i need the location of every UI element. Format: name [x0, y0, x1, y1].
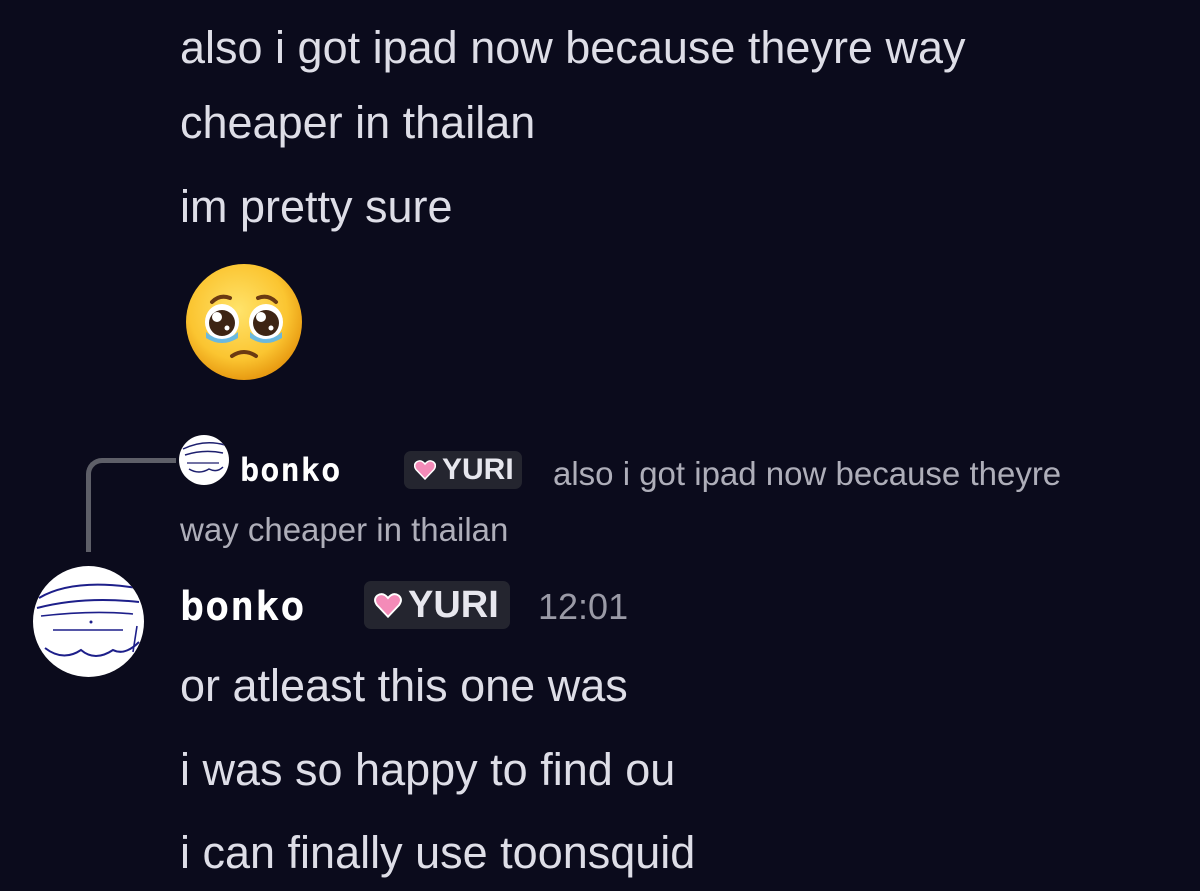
message-author-name[interactable]: bonko	[180, 583, 305, 631]
message-text-line: i was so happy to find ou	[180, 744, 676, 795]
message-text-line: also i got ipad now because theyre way	[180, 22, 966, 73]
reply-author-name[interactable]: bonko	[240, 450, 341, 490]
message-timestamp: 12:01	[538, 586, 629, 627]
message-text-line: im pretty sure	[180, 181, 453, 232]
message-text-line: or atleast this one was	[180, 660, 628, 711]
scribble-avatar-icon	[36, 583, 140, 657]
reply-connector-line	[86, 458, 176, 552]
scribble-avatar-icon	[182, 442, 226, 473]
reply-preview-text[interactable]: way cheaper in thailan	[180, 510, 508, 550]
message-text-line: cheaper in thailan	[180, 97, 536, 148]
pink-heart-icon	[374, 592, 402, 618]
reply-avatar[interactable]	[179, 435, 229, 485]
role-tag-label: YURI	[408, 583, 499, 626]
user-avatar[interactable]	[33, 566, 144, 677]
message-text-line: i can finally use toonsquid	[180, 827, 696, 878]
role-tag[interactable]: YURI	[364, 581, 510, 629]
pink-heart-icon	[414, 460, 436, 480]
reply-role-tag[interactable]: YURI	[404, 451, 522, 489]
reply-preview-text[interactable]: also i got ipad now because theyre	[553, 454, 1061, 494]
role-tag-label: YURI	[442, 453, 514, 486]
pleading-face-emoji[interactable]	[184, 262, 304, 382]
